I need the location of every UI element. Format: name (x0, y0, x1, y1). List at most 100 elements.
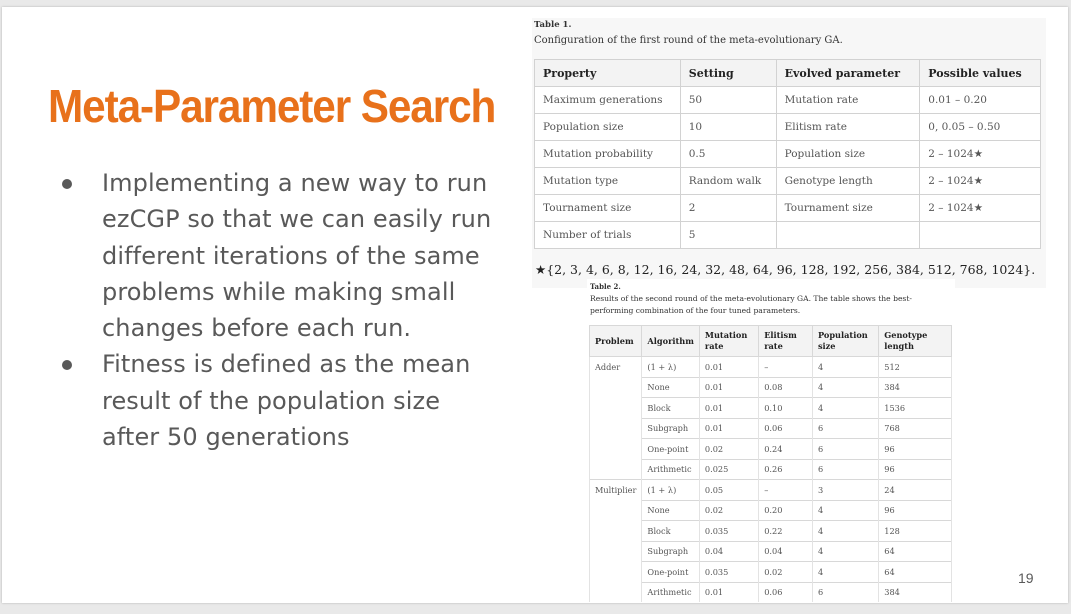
table2-cell: 0.26 (758, 458, 813, 480)
table2-cell: 0.22 (758, 520, 813, 541)
table2-cell: 0.01 (698, 581, 760, 602)
table1-row: Number of trials 5 (534, 221, 1041, 249)
table2-row: Arithmetic 0.01 0.06 6 384 (590, 581, 952, 602)
table1-row: Mutation probability 0.5 Population size 2 … (534, 140, 1041, 168)
table2-cell: 64 (878, 561, 952, 582)
table2-cell: 0.06 (758, 417, 813, 439)
table1-cell: Population size (534, 113, 681, 141)
table2-cell: 4 (811, 356, 880, 377)
table2-cell: 0.05 (698, 479, 760, 500)
table2-cell: 4 (811, 561, 880, 582)
page-number: 19 (1018, 570, 1034, 586)
table2-header-cell: Algorithm (641, 325, 700, 357)
table2-row: Subgraph 0.01 0.06 6 768 (590, 417, 952, 439)
table2-row: Arithmetic 0.025 0.26 6 96 (590, 458, 952, 480)
table2-cell: Arithmetic (641, 581, 700, 602)
table2-cell: 96 (878, 458, 952, 480)
table2-cell: None (641, 499, 700, 521)
bullet-text: Fitness is defined as the mean result of… (102, 350, 471, 452)
table2-header-row: Problem Algorithm Mutation rate Elitism … (588, 325, 952, 357)
table1-label: Table 1. (534, 20, 572, 30)
table2-cell: 0.20 (758, 499, 813, 521)
table2-row: Block 0.01 0.10 4 1536 (590, 397, 952, 418)
table1-footnote: ★{2, 3, 4, 6, 8, 12, 16, 24, 32, 48, 64,… (535, 262, 1036, 277)
table1-cell: 2 – 1024★ (919, 194, 1041, 222)
bullet-dot-icon (62, 179, 72, 189)
table2-cell: One-point (641, 561, 700, 582)
table2-cell: Subgraph (641, 540, 700, 562)
table2-cell: Block (641, 520, 700, 541)
table2-cell: 0.035 (698, 520, 760, 541)
table2-cell: 64 (878, 540, 952, 562)
table1-cell: 5 (679, 221, 777, 249)
table1-cell: Elitism rate (775, 113, 921, 141)
table2-cell: One-point (641, 438, 700, 459)
table1-header-cell: Property (534, 59, 681, 87)
table2-cell: 0.02 (698, 438, 760, 459)
table1-cell: 0.5 (679, 140, 777, 168)
table2-cell: – (758, 479, 813, 500)
table1-cell: Tournament size (775, 194, 921, 222)
table2-cell: – (758, 356, 813, 377)
table1-cell: Mutation type (534, 167, 681, 195)
table1-cell: Maximum generations (534, 86, 681, 114)
table2-cell: 0.01 (698, 417, 760, 439)
table2-header-cell: Genotype length (878, 325, 952, 357)
table1-header-cell: Setting (679, 59, 777, 87)
table2-cell: 768 (878, 417, 952, 439)
slide-title: Meta-Parameter Search (48, 80, 496, 132)
table2-label: Table 2. (590, 282, 621, 291)
table2-cell: 4 (811, 499, 880, 521)
table2-row: Multiplier (1 + λ) 0.05–3 24 (588, 479, 952, 602)
table2-cell: 0.10 (758, 397, 813, 418)
table1-cell: Genotype length (775, 167, 921, 195)
table2-cell: 96 (878, 438, 952, 459)
table2-row: One-point 0.02 0.24 6 96 (590, 438, 952, 459)
table2-cell: Arithmetic (641, 458, 700, 480)
bullet-list: Implementing a new way to run ezCGP so t… (62, 165, 502, 455)
table2-row: Subgraph 0.04 0.04 4 64 (590, 540, 952, 562)
table2-cell: 128 (878, 520, 952, 541)
table1-cell: Mutation probability (534, 140, 681, 168)
table2-cell: 4 (811, 540, 880, 562)
slide: Meta-Parameter Search Implementing a new… (2, 7, 1068, 603)
table2-cell: 0.02 (698, 499, 760, 521)
table2-cell: 4 (811, 397, 880, 418)
table2-header-cell: Elitism rate (758, 325, 813, 357)
table1-header-cell: Evolved parameter (775, 59, 921, 87)
table2-problem-cell: Adder (588, 356, 643, 480)
table1-cell: Population size (775, 140, 921, 168)
table2-cell: 0.08 (758, 376, 813, 398)
table2-cell: 0.06 (758, 581, 813, 602)
bullet-item: Fitness is defined as the mean result of… (62, 346, 502, 455)
table2-cell: 0.04 (698, 540, 760, 562)
table1-cell: 50 (679, 86, 777, 114)
table2: Problem Algorithm Mutation rate Elitism … (588, 325, 952, 602)
table1-header-row: Property Setting Evolved parameter Possi… (534, 59, 1041, 87)
table2-cell: 4 (811, 376, 880, 398)
table1-row: Maximum generations 50 Mutation rate 0.01 –… (534, 86, 1041, 114)
table1-cell: 0.01 – 0.20 (919, 86, 1041, 114)
table1-cell: 0, 0.05 – 0.50 (919, 113, 1041, 141)
table1-cell (919, 221, 1041, 249)
table2-cell: 512 (878, 356, 952, 377)
table1-row: Mutation type Random walk Genotype length 2… (534, 167, 1041, 195)
table1-row: Population size 10 Elitism rate 0, 0.05 – 0… (534, 113, 1041, 141)
table2-cell: None (641, 376, 700, 398)
table2-cell: 6 (811, 438, 880, 459)
table1-caption: Configuration of the first round of the … (534, 35, 843, 46)
table2-header-cell: Mutation rate (698, 325, 760, 357)
table2-cell: 96 (878, 499, 952, 521)
table2-caption-line1: Results of the second round of the meta-… (590, 294, 912, 303)
table1-cell: Tournament size (534, 194, 681, 222)
table2-cell: 6 (811, 581, 880, 602)
table2-row: Block 0.035 0.22 4 128 (590, 520, 952, 541)
table2-cell: 384 (878, 581, 952, 602)
table2-cell: 0.035 (698, 561, 760, 582)
table2-cell: 0.01 (698, 376, 760, 398)
table1: Property Setting Evolved parameter Possi… (534, 59, 1041, 249)
table1-cell: Random walk (679, 167, 777, 195)
table2-cell: 384 (878, 376, 952, 398)
table2-cell: 0.01 (698, 397, 760, 418)
table1-header-cell: Possible values (919, 59, 1041, 87)
